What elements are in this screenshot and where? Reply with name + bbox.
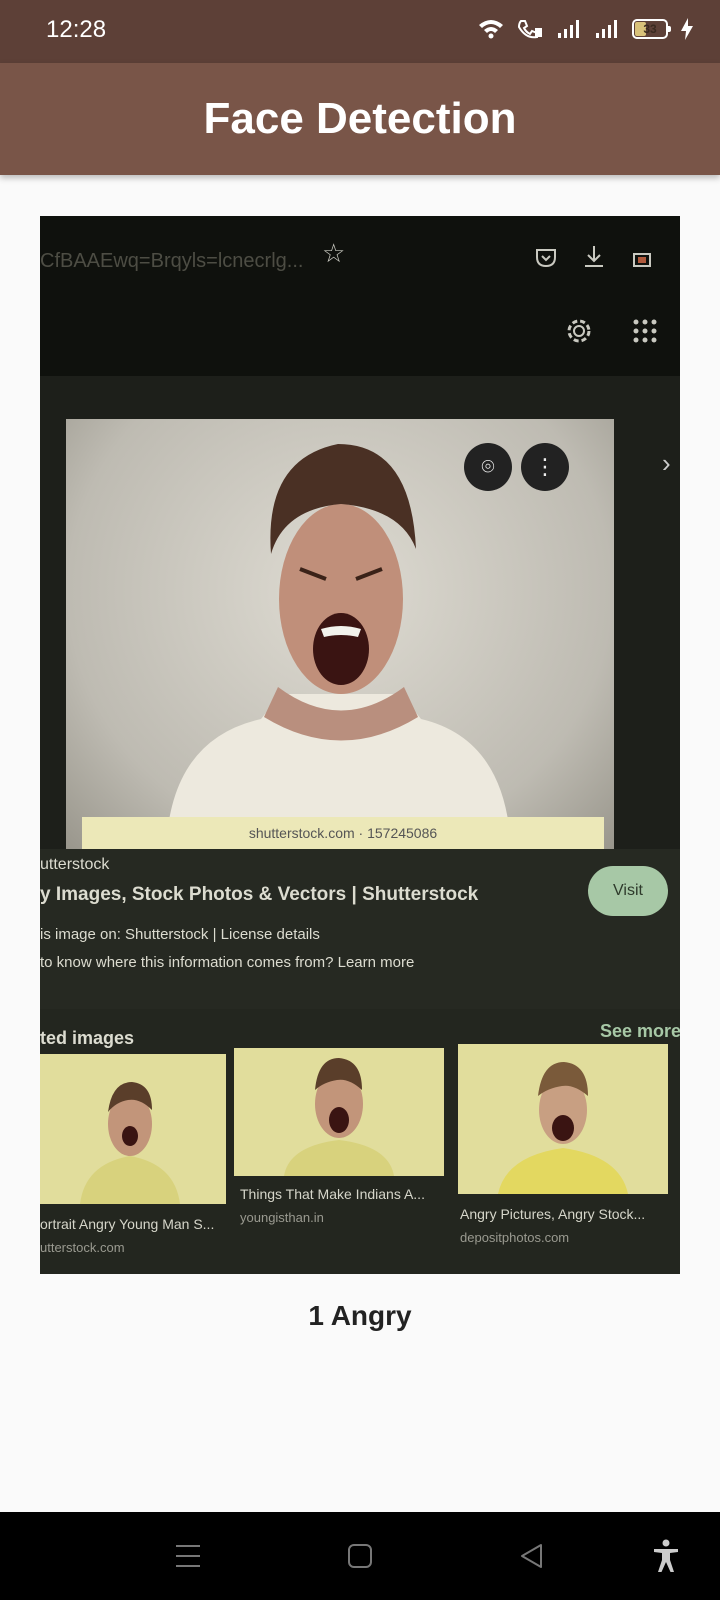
- wifi-calling-icon: [516, 18, 544, 40]
- related-source-2: youngisthan.in: [240, 1210, 324, 1225]
- menu-icon[interactable]: [166, 1534, 210, 1578]
- usage-line: is image on: Shutterstock | License deta…: [40, 926, 320, 943]
- app-bar: Face Detection: [0, 63, 720, 175]
- source-page-title: y Images, Stock Photos & Vectors | Shutt…: [40, 884, 479, 905]
- google-lens-icon: ⌾: [464, 443, 512, 491]
- navigation-bar: [0, 1512, 720, 1600]
- related-thumb-1: [40, 1054, 226, 1204]
- photo-caption: shutterstock.com · 157245086: [82, 817, 604, 849]
- signal-1-icon: [556, 19, 582, 39]
- wifi-icon: [478, 18, 504, 40]
- back-icon[interactable]: [510, 1534, 554, 1578]
- related-source-1: utterstock.com: [40, 1240, 125, 1255]
- settings-gear-icon: [562, 314, 596, 353]
- star-icon: ☆: [322, 238, 346, 268]
- related-thumb-3-illustration: [498, 1062, 628, 1194]
- related-source-3: depositphotos.com: [460, 1230, 570, 1245]
- related-thumb-2-illustration: [284, 1058, 394, 1176]
- captured-photo: CfBAAEwq=Brqyls=lcnecrlg... ☆ shuttersto…: [40, 216, 680, 1274]
- status-icons: 33: [478, 18, 694, 40]
- related-thumb-1-illustration: [80, 1082, 180, 1204]
- related-label-3: Angry Pictures, Angry Stock...: [460, 1206, 646, 1222]
- battery-icon: 33: [632, 19, 671, 39]
- chevron-right-icon: ›: [662, 448, 671, 478]
- home-icon[interactable]: [338, 1534, 382, 1578]
- photo-url-text: CfBAAEwq=Brqyls=lcnecrlg...: [40, 250, 304, 272]
- status-time: 12:28: [46, 16, 107, 43]
- related-thumb-2: [234, 1048, 444, 1176]
- related-label-1: ortrait Angry Young Man S...: [40, 1216, 215, 1232]
- download-icon: [582, 244, 606, 275]
- charging-icon: [680, 18, 694, 40]
- detection-result: 1 Angry: [308, 1300, 412, 1331]
- pocket-icon: [534, 246, 558, 275]
- related-label-2: Things That Make Indians A...: [240, 1186, 425, 1202]
- page-title: Face Detection: [203, 94, 517, 143]
- related-images-title: ted images: [40, 1028, 135, 1048]
- battery-level: 33: [643, 22, 657, 36]
- signal-2-icon: [594, 19, 620, 39]
- tabs-icon: [632, 248, 654, 275]
- related-thumb-3: [458, 1044, 668, 1194]
- info-line: to know where this information comes fro…: [40, 954, 415, 971]
- source-name: utterstock: [40, 856, 110, 873]
- status-bar: 12:28 33: [0, 0, 720, 63]
- accessibility-icon[interactable]: [644, 1534, 688, 1578]
- more-vert-icon: ⋮: [521, 443, 569, 491]
- see-more-link: See more: [600, 1021, 680, 1041]
- visit-button: Visit: [588, 866, 668, 916]
- apps-grid-icon: [632, 318, 658, 349]
